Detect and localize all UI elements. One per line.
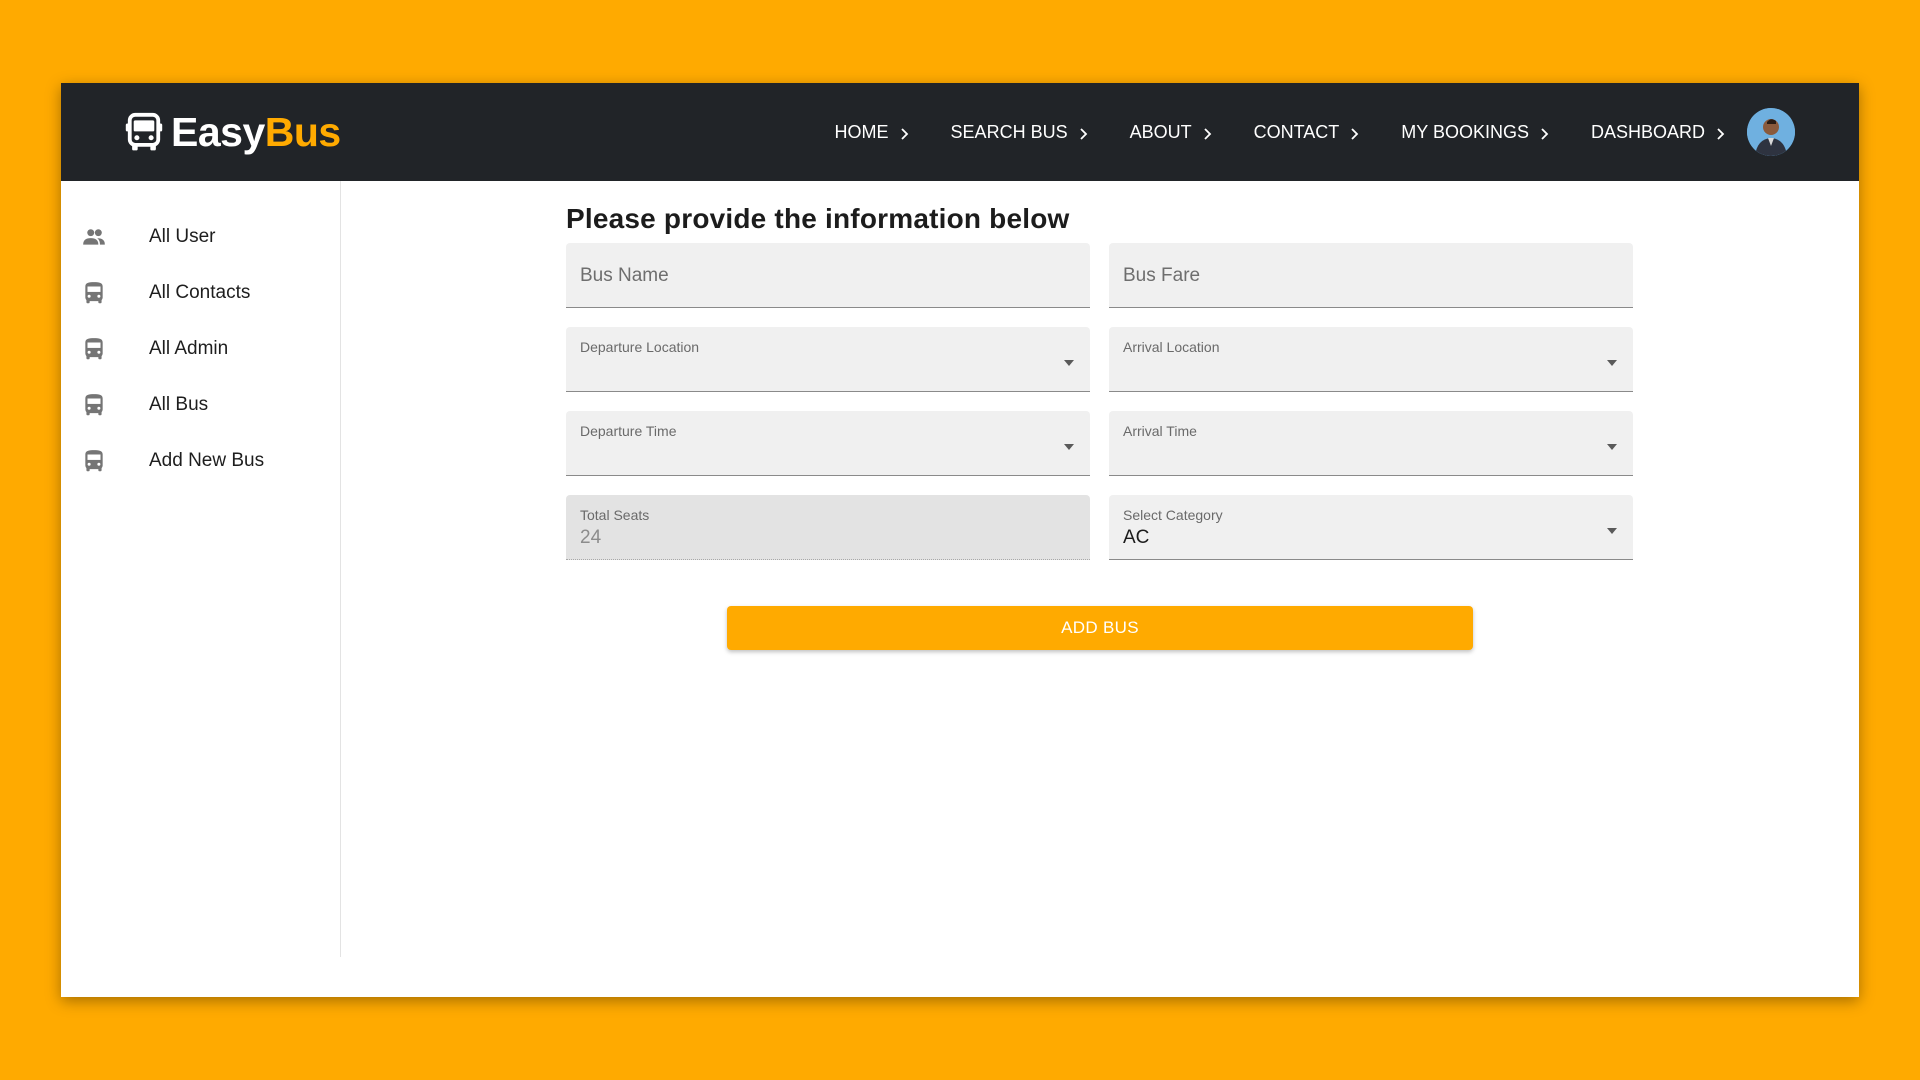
total-seats-field: Total Seats 24 bbox=[566, 495, 1090, 560]
departure-location-label: Departure Location bbox=[580, 339, 700, 355]
sidebar-item-label: All Contacts bbox=[149, 282, 251, 303]
nav-search-bus[interactable]: SEARCH BUS bbox=[951, 122, 1090, 143]
bus-logo-icon bbox=[125, 112, 163, 154]
departure-time-select[interactable]: Departure Time bbox=[566, 411, 1090, 476]
sidebar-item-label: Add New Bus bbox=[149, 450, 265, 471]
sidebar: All User All Contacts All Admin All Bus … bbox=[61, 181, 341, 957]
bus-icon bbox=[81, 392, 107, 418]
chevron-right-icon bbox=[1713, 125, 1727, 140]
nav-my-bookings[interactable]: MY BOOKINGS bbox=[1401, 122, 1551, 143]
arrival-time-select[interactable]: Arrival Time bbox=[1109, 411, 1633, 476]
category-select[interactable]: Select Category AC bbox=[1109, 495, 1633, 560]
arrival-time-label: Arrival Time bbox=[1123, 423, 1197, 439]
chevron-right-icon bbox=[1347, 125, 1361, 140]
sidebar-item-all-bus[interactable]: All Bus bbox=[61, 377, 340, 433]
bus-name-placeholder: Bus Name bbox=[580, 265, 669, 286]
submit-row: ADD BUS bbox=[566, 606, 1634, 650]
user-avatar[interactable] bbox=[1747, 108, 1795, 156]
top-navbar: Easy Bus HOME SEARCH BUS ABOUT CONTACT MY… bbox=[61, 83, 1859, 181]
sidebar-item-all-contacts[interactable]: All Contacts bbox=[61, 265, 340, 321]
caret-down-icon bbox=[1605, 439, 1619, 450]
bus-name-input[interactable]: Bus Name bbox=[566, 243, 1090, 308]
nav-links: HOME SEARCH BUS ABOUT CONTACT MY BOOKING… bbox=[795, 83, 1727, 181]
nav-search-bus-label: SEARCH BUS bbox=[950, 121, 1068, 142]
bus-fare-input[interactable]: Bus Fare bbox=[1109, 243, 1633, 308]
category-label: Select Category bbox=[1123, 507, 1223, 523]
bus-icon bbox=[81, 336, 107, 362]
add-bus-button[interactable]: ADD BUS bbox=[727, 606, 1473, 650]
bus-icon bbox=[81, 280, 107, 306]
sidebar-item-label: All Bus bbox=[149, 394, 209, 415]
nav-home-label: HOME bbox=[834, 121, 889, 142]
caret-down-icon bbox=[1605, 355, 1619, 366]
departure-location-select[interactable]: Departure Location bbox=[566, 327, 1090, 392]
sidebar-item-add-new-bus[interactable]: Add New Bus bbox=[61, 433, 340, 489]
bus-icon bbox=[81, 448, 107, 474]
add-bus-form: Please provide the information below Bus… bbox=[566, 203, 1636, 650]
nav-about[interactable]: ABOUT bbox=[1130, 122, 1214, 143]
form-grid: Bus Name Bus Fare Departure Location Arr… bbox=[566, 243, 1636, 560]
sidebar-item-all-user[interactable]: All User bbox=[61, 209, 340, 265]
arrival-location-label: Arrival Location bbox=[1123, 339, 1220, 355]
nav-contact[interactable]: CONTACT bbox=[1254, 122, 1362, 143]
nav-dashboard[interactable]: DASHBOARD bbox=[1591, 122, 1727, 143]
sidebar-item-label: All Admin bbox=[149, 338, 229, 359]
departure-time-label: Departure Time bbox=[580, 423, 677, 439]
total-seats-value: 24 bbox=[580, 527, 602, 548]
nav-my-bookings-label: MY BOOKINGS bbox=[1401, 121, 1529, 142]
nav-home[interactable]: HOME bbox=[835, 122, 911, 143]
nav-about-label: ABOUT bbox=[1129, 121, 1192, 142]
brand-text-bus: Bus bbox=[264, 109, 341, 155]
brand-logo[interactable]: Easy Bus bbox=[125, 109, 341, 156]
bus-fare-placeholder: Bus Fare bbox=[1123, 265, 1201, 286]
chevron-right-icon bbox=[897, 125, 911, 140]
caret-down-icon bbox=[1605, 523, 1619, 534]
chevron-right-icon bbox=[1537, 125, 1551, 140]
form-title: Please provide the information below bbox=[566, 203, 1070, 234]
chevron-right-icon bbox=[1076, 125, 1090, 140]
app-window: Easy Bus HOME SEARCH BUS ABOUT CONTACT MY… bbox=[61, 83, 1859, 997]
sidebar-item-label: All User bbox=[149, 226, 216, 247]
caret-down-icon bbox=[1062, 439, 1076, 450]
total-seats-label: Total Seats bbox=[580, 507, 650, 523]
arrival-location-select[interactable]: Arrival Location bbox=[1109, 327, 1633, 392]
brand-text-easy: Easy bbox=[171, 109, 265, 155]
caret-down-icon bbox=[1062, 355, 1076, 366]
group-icon bbox=[81, 224, 107, 250]
chevron-right-icon bbox=[1200, 125, 1214, 140]
sidebar-item-all-admin[interactable]: All Admin bbox=[61, 321, 340, 377]
nav-contact-label: CONTACT bbox=[1253, 121, 1340, 142]
category-value: AC bbox=[1123, 527, 1150, 548]
nav-dashboard-label: DASHBOARD bbox=[1590, 121, 1705, 142]
